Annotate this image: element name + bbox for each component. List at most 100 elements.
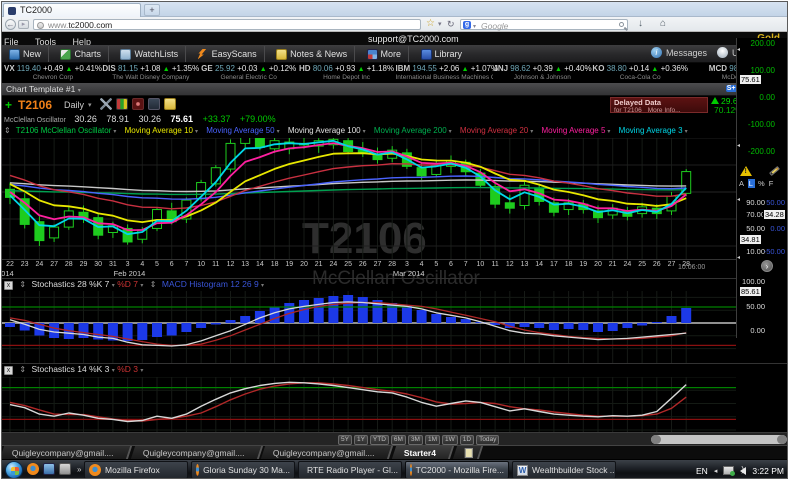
legend-oscillator[interactable]: T2106 McClellan Oscillator▾ [16, 126, 117, 135]
delayed-data-badge[interactable]: Delayed Data for T2106More Info... [610, 97, 708, 113]
indicator-icon[interactable] [116, 98, 128, 110]
active-symbol[interactable]: T2106 [18, 98, 52, 112]
legend-ma100[interactable]: Moving Average 100▾ [288, 126, 366, 135]
task-wealthbuilder[interactable]: WWealthbuilder Stock ... [512, 461, 616, 479]
forward-button[interactable]: ▸ [18, 20, 29, 29]
task-firefox[interactable]: Mozilla Firefox [84, 461, 188, 479]
close-panel-icon[interactable]: x [4, 366, 13, 375]
legend-ma3[interactable]: Moving Average 3▾ [619, 126, 688, 135]
bookmark-star-icon[interactable]: ☆ [426, 18, 435, 29]
refresh-icon[interactable]: ↻ [447, 19, 455, 30]
legend-ma20[interactable]: Moving Average 20▾ [460, 126, 533, 135]
tab-layout-3[interactable]: Quigleycompany@gmail.... [261, 446, 393, 459]
range-ytd[interactable]: YTD [370, 435, 389, 445]
search-engine-dropdown-icon[interactable]: ▾ [473, 23, 476, 30]
browser-tab[interactable]: TC2000 [3, 3, 141, 17]
macd-legend[interactable]: MACD Histogram 12 26 9 ▾ [162, 279, 264, 289]
ticker-item-vx[interactable]: VX 119.40 +0.49 ▲ +0.41% Chevron Corp [4, 64, 102, 83]
speaker-icon[interactable] [740, 467, 746, 475]
range-5y[interactable]: 5Y [338, 435, 352, 445]
legend-ma10[interactable]: Moving Average 10▾ [125, 126, 198, 135]
scroll-right-button[interactable]: › [761, 260, 773, 272]
price-axis-column[interactable]: 200.00 100.00 75.61 0.00 -100.00 -200.00… [736, 38, 787, 338]
tab-layout-1[interactable]: Quigleycompany@gmail.... [1, 446, 132, 459]
axis-nub-icon[interactable]: ◂ [737, 46, 740, 53]
tab-starter4[interactable]: Starter4 [392, 446, 454, 459]
main-chart-plot[interactable] [2, 138, 736, 260]
more-info-link[interactable]: More Info... [648, 107, 681, 114]
search-icon[interactable] [619, 22, 624, 27]
chart-template-selector[interactable]: Chart Template #1 ▾ [6, 84, 81, 94]
reorder-icon[interactable]: ⇕ [4, 126, 11, 135]
back-button[interactable]: ← [5, 19, 16, 30]
range-6m[interactable]: 6M [391, 435, 406, 445]
reorder-icon[interactable]: ⇕ [19, 280, 26, 289]
search-bar[interactable]: g ▾ Google [460, 19, 628, 30]
more-button[interactable]: More [360, 46, 410, 62]
stoch28-d-legend[interactable]: %D 7 ▾ [117, 279, 143, 289]
site-identity-icon[interactable] [37, 22, 44, 29]
range-1w[interactable]: 1W [442, 435, 458, 445]
hidden-icons-arrow[interactable]: ◂ [714, 467, 718, 475]
task-rte-radio[interactable]: RTE Radio Player - Gl... [298, 461, 402, 479]
library-button[interactable]: Library [414, 46, 470, 62]
firefox-icon[interactable] [27, 463, 39, 475]
scale-mode-buttons[interactable]: A L % F [739, 179, 774, 188]
note-icon[interactable] [164, 98, 176, 110]
axis-nub-icon[interactable]: ◂ [737, 254, 740, 261]
ticker-item-ko[interactable]: KO 38.80 +0.14 ▲ +0.36% Coca-Cola Co [591, 64, 689, 83]
url-bar[interactable]: www.tc2000.com [33, 19, 421, 30]
panel3-plot[interactable] [2, 377, 736, 432]
language-indicator[interactable]: EN [696, 466, 708, 476]
ticker-item-hd[interactable]: HD 80.06 +0.93 ▲ +1.18% Home Depot Inc [298, 64, 396, 83]
new-layout-tab[interactable] [453, 446, 483, 459]
reorder-icon[interactable]: ⇕ [150, 280, 157, 289]
search-engine-icon[interactable]: g [463, 21, 471, 29]
home-icon[interactable]: ⌂ [660, 18, 666, 29]
panel-icon[interactable] [148, 98, 160, 110]
ticker-item-jnj[interactable]: JNJ 98.62 +0.39 ▲ +0.40% Johnson & Johns… [493, 64, 591, 83]
messages-button[interactable]: iMessages [651, 47, 707, 58]
drawing-pencil-icon[interactable] [769, 166, 780, 176]
video-icon[interactable] [132, 98, 144, 110]
panel2-plot[interactable] [2, 291, 736, 364]
timeframe-dropdown-icon[interactable]: ▾ [88, 101, 92, 109]
easyscans-button[interactable]: EasyScans [191, 46, 265, 62]
scrollbar-right-handle[interactable] [777, 435, 787, 444]
new-tab-button[interactable]: + [144, 4, 160, 16]
legend-ma50[interactable]: Moving Average 50▾ [206, 126, 279, 135]
range-1m[interactable]: 1M [425, 435, 440, 445]
scrollbar-left-handle[interactable] [651, 435, 661, 444]
stoch14-d-legend[interactable]: %D 3 ▾ [117, 364, 143, 374]
range-today[interactable]: Today [476, 435, 499, 445]
reorder-icon[interactable]: ⇕ [19, 365, 26, 374]
tools-icon[interactable] [100, 98, 112, 110]
notes-news-button[interactable]: Notes & News [269, 46, 355, 62]
tab-layout-2[interactable]: Quigleycompany@gmail.... [131, 446, 263, 459]
new-button[interactable]: New [2, 46, 49, 62]
clock[interactable]: 3:22 PM [752, 466, 784, 476]
stoch28-legend[interactable]: Stochastics 28 %K 7 ▾ [31, 279, 114, 289]
charts-button[interactable]: Charts [53, 46, 109, 62]
task-tc2000[interactable]: TC2000 - Mozilla Fire... [405, 461, 509, 479]
start-button[interactable] [5, 461, 23, 479]
task-gloria[interactable]: Gloria Sunday 30 Ma... [191, 461, 295, 479]
axis-nub-icon[interactable]: ◂ [737, 142, 740, 149]
close-panel-icon[interactable]: x [4, 281, 13, 290]
downloads-icon[interactable]: ↓ [638, 18, 643, 29]
add-symbol-icon[interactable]: + [5, 98, 12, 112]
overflow-chevrons-icon[interactable]: » [77, 465, 81, 474]
watchlists-button[interactable]: WatchLists [113, 46, 186, 62]
ticker-item-ibm[interactable]: IBM 194.55 +2.06 ▲ +1.07% International … [396, 64, 494, 83]
warning-icon[interactable] [740, 166, 752, 176]
range-1y[interactable]: 1Y [354, 435, 368, 445]
network-icon[interactable] [723, 466, 734, 475]
horizontal-scrollbar[interactable] [651, 435, 787, 444]
legend-ma5[interactable]: Moving Average 5▾ [542, 126, 611, 135]
timeframe-selector[interactable]: Daily [64, 100, 84, 110]
stoch14-legend[interactable]: Stochastics 14 %K 3 ▾ [31, 364, 114, 374]
ticker-item-ge[interactable]: GE 25.92 +0.03 ▲ +0.12% General Electric… [200, 64, 298, 83]
legend-ma200[interactable]: Moving Average 200▾ [374, 126, 452, 135]
range-1d[interactable]: 1D [460, 435, 474, 445]
range-3m[interactable]: 3M [408, 435, 423, 445]
